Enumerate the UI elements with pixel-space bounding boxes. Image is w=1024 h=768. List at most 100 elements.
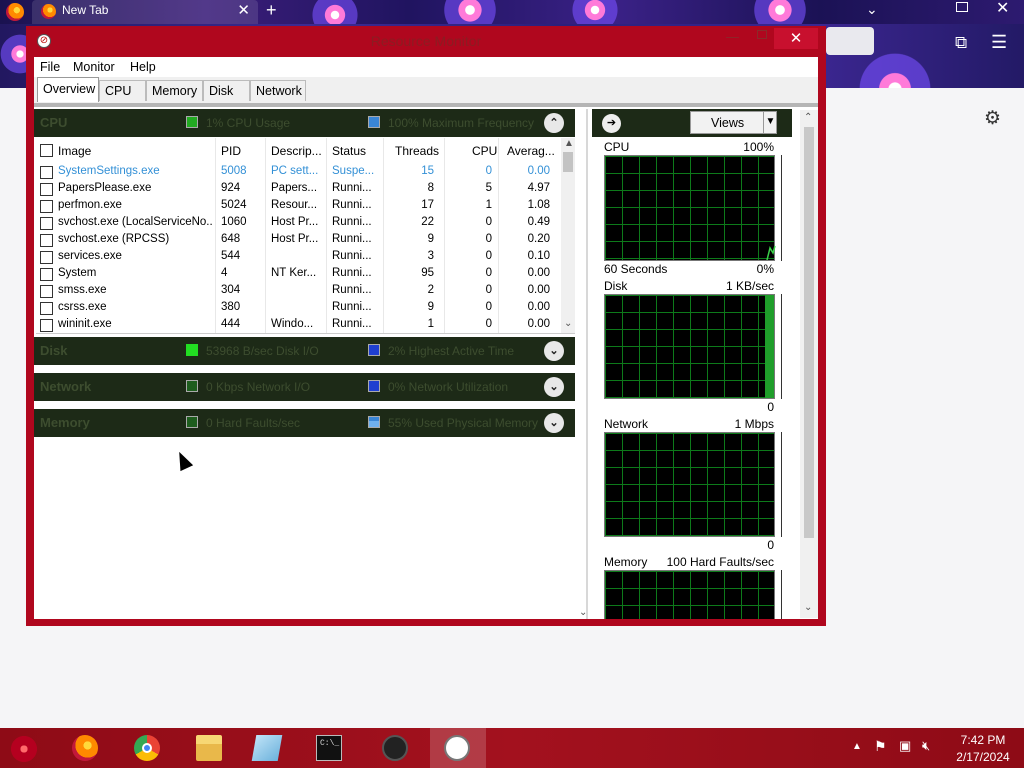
taskbar-command-prompt[interactable]: C:\_ bbox=[302, 728, 354, 768]
memory-section-header[interactable]: Memory 0 Hard Faults/sec 55% Used Physic… bbox=[34, 409, 575, 437]
cell-image: smss.exe bbox=[58, 284, 107, 296]
row-checkbox[interactable] bbox=[40, 217, 53, 230]
hamburger-menu-icon[interactable]: ☰ bbox=[991, 32, 1007, 53]
table-row[interactable]: PapersPlease.exe 924 Papers... Runni... 8 5 4.… bbox=[36, 181, 561, 198]
scrollbar-thumb[interactable] bbox=[563, 152, 573, 172]
volume-muted-icon[interactable]: 🔇︎ bbox=[922, 738, 930, 754]
new-tab-button[interactable]: + bbox=[266, 0, 277, 21]
graph-axis bbox=[778, 432, 782, 537]
tab-network[interactable]: Network bbox=[250, 80, 306, 101]
table-row[interactable]: csrss.exe 380 Runni... 9 0 0.00 bbox=[36, 300, 561, 317]
url-bar[interactable] bbox=[826, 27, 874, 55]
tab-cpu[interactable]: CPU bbox=[99, 80, 146, 101]
taskbar-firefox[interactable] bbox=[58, 728, 110, 768]
close-window-icon[interactable]: ✕ bbox=[996, 0, 1009, 18]
table-row[interactable]: SystemSettings.exe 5008 PC sett... Suspe...… bbox=[36, 164, 561, 181]
file-explorer-icon bbox=[196, 735, 222, 761]
network-section-header[interactable]: Network 0 Kbps Network I/O 0% Network Ut… bbox=[34, 373, 575, 401]
row-checkbox[interactable] bbox=[40, 183, 53, 196]
window-client-area: File Monitor Help Overview CPU Memory Di… bbox=[34, 57, 818, 619]
menu-file[interactable]: File bbox=[40, 60, 60, 74]
table-scrollbar[interactable]: ▲ ⌄ bbox=[561, 138, 575, 333]
pane-splitter[interactable] bbox=[586, 109, 588, 619]
tab-disk[interactable]: Disk bbox=[203, 80, 250, 101]
row-checkbox[interactable] bbox=[40, 302, 53, 315]
table-row[interactable]: svchost.exe (RPCSS) 648 Host Pr... Runni...… bbox=[36, 232, 561, 249]
expand-chevron-down-icon[interactable]: ⌄ bbox=[544, 413, 564, 433]
collapse-arrow-right-icon[interactable]: ➔ bbox=[602, 114, 621, 133]
taskbar-file-explorer[interactable] bbox=[182, 728, 234, 768]
column-header-pid[interactable]: PID bbox=[221, 144, 241, 158]
menu-help[interactable]: Help bbox=[130, 60, 156, 74]
row-checkbox[interactable] bbox=[40, 285, 53, 298]
browser-tab-new-tab[interactable]: New Tab ✕ bbox=[32, 0, 258, 24]
cell-status: Runni... bbox=[332, 301, 372, 313]
cell-threads: 9 bbox=[427, 233, 434, 245]
graph-min: 0 bbox=[767, 538, 774, 552]
cell-image: System bbox=[58, 267, 97, 279]
taskbar-papers-please[interactable] bbox=[368, 728, 420, 768]
network-icon[interactable]: ▣ bbox=[899, 738, 911, 754]
resource-monitor-window: ⊘ Resource Monitor — ✕ File Monitor Help… bbox=[26, 26, 826, 626]
table-row[interactable]: wininit.exe 444 Windo... Runni... 1 0 0.00 bbox=[36, 317, 561, 333]
tab-memory[interactable]: Memory bbox=[146, 80, 203, 101]
column-header-cpu[interactable]: CPU bbox=[472, 144, 497, 158]
row-checkbox[interactable] bbox=[40, 251, 53, 264]
graphs-scrollbar[interactable]: ⌃ ⌄ bbox=[800, 110, 818, 618]
clock-time[interactable]: 7:42 PM bbox=[948, 733, 1018, 747]
column-header-average[interactable]: Averag... bbox=[507, 144, 555, 158]
expand-chevron-down-icon[interactable]: ⌄ bbox=[544, 377, 564, 397]
select-all-checkbox[interactable] bbox=[40, 144, 53, 157]
collapse-chevron-up-icon[interactable]: ⌃ bbox=[544, 113, 564, 133]
taskbar-resource-monitor[interactable] bbox=[430, 728, 486, 768]
network-utilization-stat: 0% Network Utilization bbox=[388, 380, 509, 394]
table-row[interactable]: smss.exe 304 Runni... 2 0 0.00 bbox=[36, 283, 561, 300]
views-dropdown-icon[interactable]: ▼ bbox=[763, 111, 777, 134]
network-graph bbox=[604, 432, 775, 537]
scroll-up-icon[interactable]: ▲ bbox=[564, 138, 574, 149]
column-header-threads[interactable]: Threads bbox=[395, 144, 439, 158]
expand-chevron-down-icon[interactable]: ⌄ bbox=[544, 341, 564, 361]
clock-date[interactable]: 2/17/2024 bbox=[948, 750, 1018, 764]
action-center-flag-icon[interactable]: ⚑ bbox=[874, 738, 887, 755]
scroll-down-icon[interactable]: ⌄ bbox=[564, 318, 572, 329]
cpu-process-table: Image PID Descrip... Status ^ Threads CP… bbox=[36, 138, 575, 334]
taskbar-chrome[interactable] bbox=[120, 728, 172, 768]
scroll-up-icon[interactable]: ⌃ bbox=[804, 112, 812, 123]
tab-overview[interactable]: Overview bbox=[37, 77, 99, 102]
column-header-description[interactable]: Descrip... bbox=[271, 144, 322, 158]
cpu-section-header[interactable]: CPU 1% CPU Usage 100% Maximum Frequency … bbox=[34, 109, 575, 137]
close-button[interactable]: ✕ bbox=[774, 28, 818, 49]
firefox-icon[interactable] bbox=[6, 3, 24, 21]
column-header-status[interactable]: Status bbox=[332, 144, 366, 158]
row-checkbox[interactable] bbox=[40, 319, 53, 332]
taskbar-notepad[interactable] bbox=[240, 728, 292, 768]
row-checkbox[interactable] bbox=[40, 268, 53, 281]
column-header-image[interactable]: Image bbox=[58, 144, 91, 158]
minimize-icon[interactable]: — bbox=[726, 29, 739, 44]
list-all-tabs-icon[interactable]: ⌄ bbox=[866, 1, 878, 18]
start-button[interactable] bbox=[6, 734, 42, 764]
row-checkbox[interactable] bbox=[40, 234, 53, 247]
row-checkbox[interactable] bbox=[40, 200, 53, 213]
extensions-icon[interactable]: ⧉ bbox=[955, 33, 967, 53]
title-bar[interactable]: ⊘ Resource Monitor — ✕ bbox=[26, 26, 826, 56]
scrollbar-thumb[interactable] bbox=[804, 127, 814, 538]
table-row[interactable]: System 4 NT Ker... Runni... 95 0 0.00 bbox=[36, 266, 561, 283]
menu-monitor[interactable]: Monitor bbox=[73, 60, 115, 74]
restore-window-icon[interactable] bbox=[956, 2, 968, 12]
disk-section-header[interactable]: Disk 53968 B/sec Disk I/O 2% Highest Act… bbox=[34, 337, 575, 365]
table-row[interactable]: svchost.exe (LocalServiceNo... 1060 Host P… bbox=[36, 215, 561, 232]
table-row[interactable]: services.exe 544 Runni... 3 0 0.10 bbox=[36, 249, 561, 266]
scroll-down-icon[interactable]: ⌄ bbox=[804, 602, 812, 613]
used-memory-stat: 55% Used Physical Memory bbox=[388, 416, 539, 430]
cell-image: PapersPlease.exe bbox=[58, 182, 152, 194]
gear-icon[interactable]: ⚙ bbox=[984, 107, 1001, 130]
row-checkbox[interactable] bbox=[40, 166, 53, 179]
show-hidden-icons-icon[interactable]: ▲ bbox=[852, 741, 862, 752]
cell-image: SystemSettings.exe bbox=[58, 165, 160, 177]
cell-avg: 4.97 bbox=[527, 182, 550, 194]
tab-close-icon[interactable]: ✕ bbox=[237, 1, 250, 19]
table-row[interactable]: perfmon.exe 5024 Resour... Runni... 17 1 1.08 bbox=[36, 198, 561, 215]
maximize-icon[interactable] bbox=[757, 30, 767, 39]
